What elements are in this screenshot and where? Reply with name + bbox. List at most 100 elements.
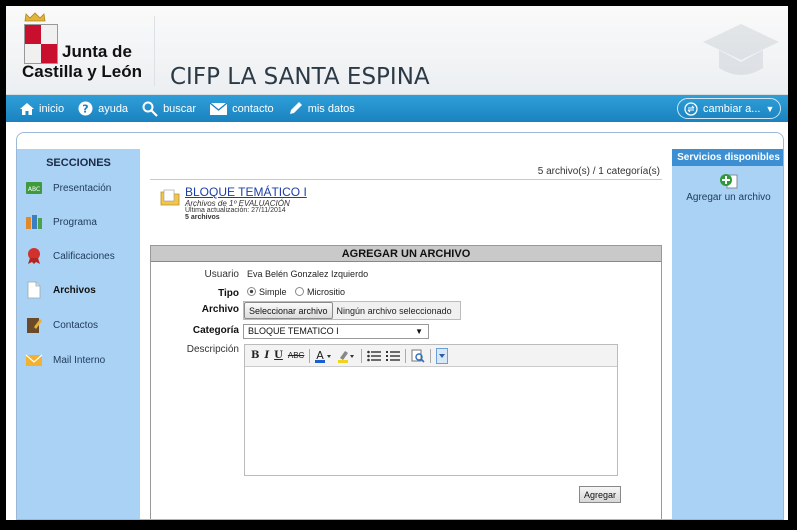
services-title: Servicios disponibles (672, 149, 783, 166)
toolbar-separator (405, 348, 407, 363)
nav-label: contacto (232, 102, 274, 115)
nav-label: inicio (39, 102, 65, 115)
program-icon (26, 215, 42, 229)
contacts-icon (27, 318, 42, 333)
file-input[interactable]: Seleccionar archivo Ningún archivo selec… (243, 301, 461, 320)
add-file-link[interactable]: Agregar un archivo (672, 173, 783, 203)
sidebar-item-presentacion[interactable]: ABC Presentación (25, 177, 111, 199)
switch-icon (684, 101, 698, 116)
pencil-icon (289, 102, 302, 114)
description-label: Descripción (186, 344, 239, 355)
svg-text:ABC: ABC (28, 186, 40, 193)
file-category-count: 5 archivo(s) / 1 categoría(s) (537, 166, 660, 177)
junta-logo[interactable]: Junta de Castilla y León (20, 12, 150, 92)
expand-toolbar-button[interactable] (436, 347, 449, 364)
sidebar-item-contactos[interactable]: Contactos (25, 314, 98, 336)
sidebar-title: SECCIONES (46, 157, 111, 169)
numbered-list-button[interactable] (386, 350, 401, 362)
description-textarea[interactable] (245, 367, 617, 475)
sidebar-item-label: Calificaciones (53, 250, 115, 262)
chevron-down-icon: ▼ (415, 327, 423, 336)
home-icon (20, 102, 34, 115)
highlight-button[interactable] (338, 349, 356, 363)
toolbar-separator (309, 348, 311, 363)
radio-micrositio[interactable] (295, 287, 305, 296)
toolbar-separator (361, 348, 363, 363)
user-value: Eva Belén Gonzalez Izquierdo (247, 269, 369, 279)
sidebar-item-label: Contactos (53, 319, 99, 331)
add-file-form: AGREGAR UN ARCHIVO Usuario Eva Belén Gon… (150, 245, 662, 519)
user-label: Usuario (204, 269, 239, 280)
category-link[interactable]: BLOQUE TEMÁTICO I (185, 185, 307, 199)
help-icon: ? (78, 101, 93, 116)
numbered-list-icon (386, 350, 401, 361)
sidebar-item-label: Programa (53, 216, 97, 228)
strikethrough-button[interactable]: ABC (288, 351, 304, 360)
category-select-value: BLOQUE TEMATICO I (248, 326, 339, 336)
logo-line1: Junta de (62, 42, 132, 61)
sidebar-item-programa[interactable]: Programa (25, 211, 97, 233)
category-label: Categoría (192, 325, 239, 336)
sidebar-item-label: Presentación (53, 182, 112, 194)
font-color-button[interactable]: A (315, 349, 333, 363)
radio-simple-label: Simple (259, 287, 287, 297)
choose-file-button[interactable]: Seleccionar archivo (244, 302, 333, 319)
nav-ayuda[interactable]: ? ayuda (78, 101, 128, 116)
category-block: BLOQUE TEMÁTICO I Archivos de 1º EVALUAC… (160, 185, 460, 235)
svg-text:?: ? (82, 103, 88, 116)
type-options: Simple Micrositio (247, 287, 345, 297)
file-status: Ningún archivo seleccionado (336, 305, 452, 316)
sidebar-item-calificaciones[interactable]: Calificaciones (25, 245, 115, 267)
expand-icon (436, 347, 449, 364)
sidebar-item-archivos[interactable]: Archivos (25, 279, 96, 301)
award-icon (28, 248, 40, 264)
logo-line2: Castilla y León (22, 62, 142, 81)
bullet-list-icon (367, 350, 382, 361)
toolbar-separator (430, 348, 432, 363)
top-nav: inicio ? ayuda buscar contacto mis datos… (6, 95, 788, 122)
switch-label: cambiar a... (703, 102, 761, 115)
page-title: CIFP LA SANTA ESPINA (170, 64, 430, 90)
chevron-down-icon: ▼ (765, 103, 775, 114)
add-button[interactable]: Agregar (579, 486, 622, 503)
find-button[interactable] (411, 349, 425, 363)
italic-button[interactable]: I (264, 350, 269, 361)
sidebar-item-mail-interno[interactable]: Mail Interno (25, 349, 105, 371)
nav-mis-datos[interactable]: mis datos (288, 101, 355, 116)
radio-simple[interactable] (247, 287, 256, 296)
services-panel: Servicios disponibles Agregar un archivo (672, 149, 783, 519)
file-icon (27, 281, 41, 299)
sections-sidebar: SECCIONES ABC Presentación Programa Cali… (17, 149, 140, 519)
graduation-cap-icon (703, 24, 779, 75)
add-file-label: Agregar un archivo (686, 192, 771, 203)
description-editor: B I U ABC A (244, 344, 618, 476)
bullet-list-button[interactable] (367, 350, 382, 362)
nav-inicio[interactable]: inicio (20, 102, 65, 115)
folder-icon (160, 189, 180, 206)
envelope-icon (25, 354, 43, 366)
crown-icon (24, 12, 46, 22)
bold-button[interactable]: B (251, 350, 259, 361)
mail-icon (210, 102, 228, 115)
nav-buscar[interactable]: buscar (142, 101, 196, 117)
search-icon (142, 101, 158, 117)
nav-label: mis datos (307, 102, 355, 115)
file-count: 5 archivos (185, 214, 220, 221)
site-header: Junta de Castilla y León CIFP LA SANTA E… (6, 6, 788, 95)
underline-button[interactable]: U (274, 350, 283, 361)
nav-contacto[interactable]: contacto (210, 102, 274, 115)
header-divider (154, 16, 155, 86)
radio-micrositio-label: Micrositio (307, 287, 346, 297)
editor-toolbar: B I U ABC A (245, 345, 617, 367)
add-file-icon (719, 174, 737, 189)
file-label: Archivo (201, 304, 239, 315)
category-select[interactable]: BLOQUE TEMATICO I ▼ (243, 324, 429, 339)
nav-label: buscar (163, 102, 197, 115)
switch-dropdown[interactable]: cambiar a... ▼ (677, 98, 781, 119)
divider (150, 179, 662, 180)
sidebar-item-label: Mail Interno (53, 354, 106, 366)
highlight-icon (338, 350, 355, 363)
type-label: Tipo (218, 288, 239, 299)
find-icon (411, 349, 425, 363)
nav-label: ayuda (98, 102, 129, 115)
